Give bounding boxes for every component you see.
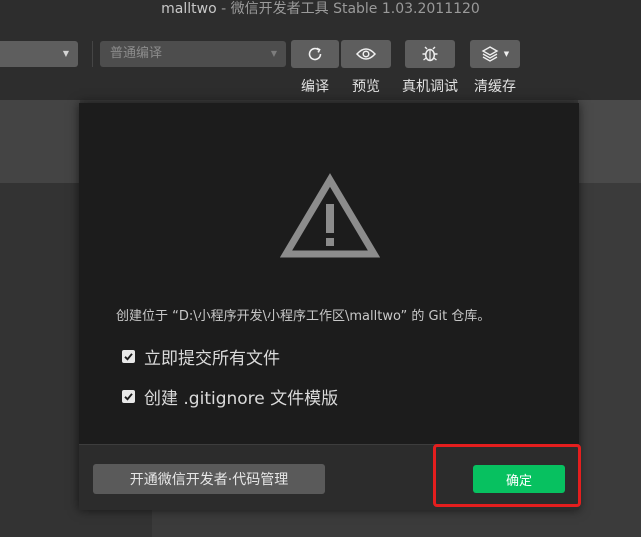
commit-all-option[interactable]: 立即提交所有文件 [122,344,280,369]
commit-all-label: 立即提交所有文件 [144,349,280,369]
refresh-icon [308,47,322,61]
compile-mode-value: 普通编译 [110,46,163,61]
remote-debug-label: 真机调试 [402,79,458,95]
title-separator: - [216,1,231,17]
main-toolbar: ▼ 普通编译 ▼ ▼ 编译 预览 真机调试 清缓存 [0,22,641,100]
eye-icon [356,48,376,60]
side-panel [578,100,641,183]
check-icon [124,353,133,361]
preview-label: 预览 [352,79,380,95]
compile-label: 编译 [301,79,329,95]
chevron-down-icon: ▼ [503,50,510,58]
check-icon [124,393,133,401]
open-code-management-button[interactable]: 开通微信开发者·代码管理 [93,464,325,494]
workspace-strip [0,100,80,183]
chevron-down-icon: ▼ [270,49,277,58]
mode-dropdown[interactable]: ▼ [0,41,78,67]
layers-icon [481,46,499,62]
gitignore-option[interactable]: 创建 .gitignore 文件模版 [122,384,338,409]
bug-icon [422,46,438,62]
toolbar-divider [92,41,93,67]
clear-cache-button[interactable]: ▼ [470,40,520,68]
commit-all-checkbox[interactable] [122,350,135,363]
gitignore-checkbox[interactable] [122,390,135,403]
dialog-description: 创建位于 “D:\小程序开发\小程序工作区\malltwo” 的 Git 仓库。 [116,309,491,324]
gitignore-label: 创建 .gitignore 文件模版 [144,389,339,409]
remote-debug-button[interactable] [405,40,455,68]
app-title: 微信开发者工具 Stable 1.03.2011120 [230,1,480,17]
compile-mode-select[interactable]: 普通编译 ▼ [100,41,286,67]
dialog-body: 创建位于 “D:\小程序开发\小程序工作区\malltwo” 的 Git 仓库。… [79,103,579,444]
window-title-bar: malltwo - 微信开发者工具 Stable 1.03.2011120 [0,0,641,22]
warning-triangle-icon [280,173,380,258]
preview-button[interactable] [341,40,391,68]
chevron-down-icon: ▼ [62,49,69,58]
confirm-highlight-annotation [433,444,581,507]
project-name: malltwo [161,1,217,17]
clear-cache-label: 清缓存 [474,79,516,95]
compile-button[interactable] [291,40,339,68]
